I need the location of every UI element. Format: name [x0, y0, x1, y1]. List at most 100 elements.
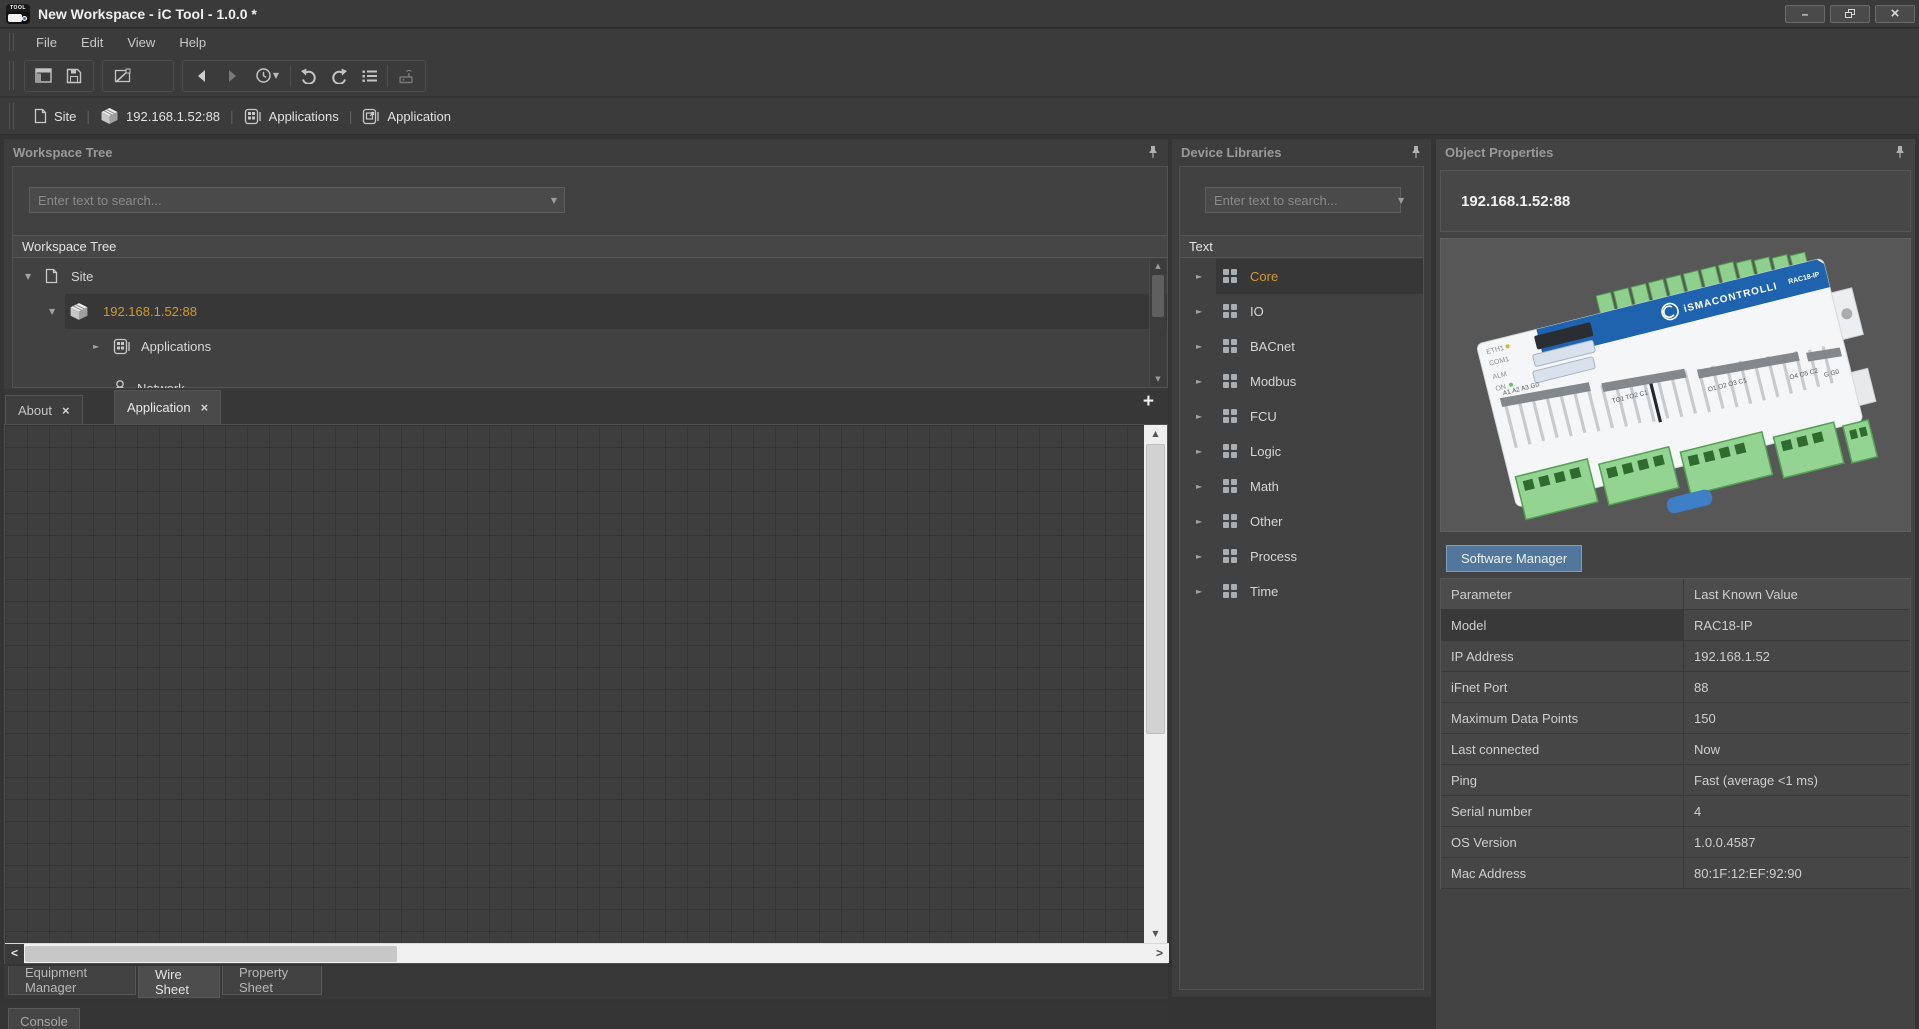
table-row[interactable]: iFnet Port 88: [1441, 672, 1910, 703]
device-discovery-button[interactable]: [391, 62, 421, 90]
menu-view[interactable]: View: [115, 29, 167, 55]
chevron-down-icon[interactable]: ▼: [544, 196, 564, 205]
tab-application[interactable]: Application ×: [114, 390, 221, 424]
action-list-button[interactable]: [354, 62, 384, 90]
selected-object-title: 192.168.1.52:88: [1441, 193, 1570, 210]
panel-title: Workspace Tree: [4, 145, 1146, 160]
expander-collapsed-icon[interactable]: ►: [1196, 587, 1202, 596]
scrollbar-thumb[interactable]: [25, 946, 397, 962]
library-item-math[interactable]: ► Math: [1180, 469, 1423, 504]
table-row[interactable]: Model RAC18-IP: [1441, 610, 1910, 641]
tab-about[interactable]: About ×: [5, 395, 83, 424]
scroll-up-icon[interactable]: ▲: [1144, 425, 1167, 443]
search-input[interactable]: [30, 193, 544, 208]
scroll-down-icon[interactable]: ▼: [1150, 372, 1166, 386]
table-row[interactable]: Serial number 4: [1441, 796, 1910, 827]
expander-collapsed-icon[interactable]: ►: [1196, 377, 1202, 386]
expander-collapsed-icon[interactable]: ►: [1196, 447, 1202, 456]
close-button[interactable]: ×: [1875, 5, 1915, 23]
restore-button[interactable]: [1830, 5, 1870, 23]
breadcrumb-applications[interactable]: Applications: [234, 108, 349, 125]
library-item-core[interactable]: ► Core: [1180, 259, 1423, 294]
scroll-right-icon[interactable]: >: [1156, 944, 1163, 963]
library-grid-icon: [1222, 583, 1238, 602]
chevron-down-icon[interactable]: ▼: [1398, 196, 1404, 205]
expander-expanded-icon[interactable]: ▼: [49, 307, 55, 316]
pin-icon[interactable]: [1146, 145, 1160, 159]
expander-collapsed-icon[interactable]: ►: [93, 342, 99, 351]
library-search-combo[interactable]: ▼: [1205, 187, 1401, 213]
tab-property-sheet[interactable]: Property Sheet: [222, 966, 322, 995]
tree-node-site[interactable]: ▼ Site: [13, 259, 1167, 294]
close-tab-icon[interactable]: ×: [201, 400, 209, 415]
library-item-modbus[interactable]: ► Modbus: [1180, 364, 1423, 399]
toolbar-grip[interactable]: [9, 33, 14, 51]
breadcrumb-site[interactable]: Site: [24, 108, 86, 124]
table-row[interactable]: Mac Address 80:1F:12:EF:92:90: [1441, 858, 1910, 889]
table-row[interactable]: IP Address 192.168.1.52: [1441, 641, 1910, 672]
device-cube-icon: [100, 107, 119, 125]
tab-equipment-manager[interactable]: Equipment Manager: [8, 966, 136, 995]
table-row[interactable]: OS Version 1.0.0.4587: [1441, 827, 1910, 858]
minimize-button[interactable]: –: [1785, 5, 1825, 23]
workspace-search-combo[interactable]: ▼: [29, 187, 565, 213]
library-item-other[interactable]: ► Other: [1180, 504, 1423, 539]
library-item-bacnet[interactable]: ► BACnet: [1180, 329, 1423, 364]
scrollbar-thumb[interactable]: [1152, 275, 1164, 317]
library-item-process[interactable]: ► Process: [1180, 539, 1423, 574]
library-item-fcu[interactable]: ► FCU: [1180, 399, 1423, 434]
menu-edit[interactable]: Edit: [69, 29, 115, 55]
panel-title: Device Libraries: [1172, 145, 1409, 160]
tree-node-network-partial[interactable]: Network: [13, 371, 1167, 388]
table-row[interactable]: Ping Fast (average <1 ms): [1441, 765, 1910, 796]
canvas-vertical-scrollbar[interactable]: ▲ ▼: [1144, 425, 1167, 943]
tab-wire-sheet[interactable]: Wire Sheet: [138, 966, 220, 998]
expander-collapsed-icon[interactable]: ►: [1196, 307, 1202, 316]
scrollbar-thumb[interactable]: [1146, 444, 1165, 734]
tree-node-device[interactable]: ▼ 192.168.1.52:88: [13, 294, 1167, 329]
history-dropdown-button[interactable]: ▼: [247, 62, 287, 90]
toolbar-grip[interactable]: [9, 103, 14, 128]
close-tab-icon[interactable]: ×: [62, 403, 70, 418]
canvas-horizontal-scrollbar[interactable]: < >: [5, 943, 1169, 963]
wire-sheet-grid[interactable]: [5, 425, 1144, 943]
scroll-down-icon[interactable]: ▼: [1144, 925, 1167, 943]
save-workspace-button[interactable]: [59, 62, 89, 90]
scroll-left-icon[interactable]: <: [5, 944, 24, 964]
table-row[interactable]: Last connected Now: [1441, 734, 1910, 765]
expander-collapsed-icon[interactable]: ►: [1196, 342, 1202, 351]
workspace-layout-icon: [35, 68, 53, 84]
redo-button[interactable]: [324, 62, 354, 90]
breadcrumb-application[interactable]: Application: [352, 108, 461, 125]
wire-sheet-tool-button[interactable]: [107, 62, 137, 90]
library-item-logic[interactable]: ► Logic: [1180, 434, 1423, 469]
scroll-up-icon[interactable]: ▲: [1150, 259, 1166, 273]
pin-icon[interactable]: [1893, 145, 1907, 159]
expander-collapsed-icon[interactable]: ►: [1196, 272, 1202, 281]
expander-collapsed-icon[interactable]: ►: [1196, 552, 1202, 561]
breadcrumb-device[interactable]: 192.168.1.52:88: [90, 107, 230, 125]
tree-vertical-scrollbar[interactable]: ▲ ▼: [1149, 259, 1166, 386]
expander-collapsed-icon[interactable]: ►: [1196, 482, 1202, 491]
tree-node-applications[interactable]: ► Applications: [13, 329, 1167, 364]
pin-icon[interactable]: [1409, 145, 1423, 159]
console-bar: Console: [0, 1003, 1168, 1029]
table-row[interactable]: Maximum Data Points 150: [1441, 703, 1910, 734]
toolbar-grip[interactable]: [9, 61, 14, 90]
add-tab-button[interactable]: +: [1143, 391, 1154, 413]
software-manager-button[interactable]: Software Manager: [1446, 545, 1582, 572]
console-button[interactable]: Console: [8, 1008, 80, 1029]
library-item-time[interactable]: ► Time: [1180, 574, 1423, 609]
menu-file[interactable]: File: [24, 29, 69, 55]
workspace-layout-button[interactable]: [29, 62, 59, 90]
expander-collapsed-icon[interactable]: ►: [1196, 517, 1202, 526]
library-item-io[interactable]: ► IO: [1180, 294, 1423, 329]
expander-collapsed-icon[interactable]: ►: [1196, 412, 1202, 421]
save-icon: [66, 68, 82, 84]
expander-expanded-icon[interactable]: ▼: [25, 272, 31, 281]
navigate-forward-button[interactable]: [217, 62, 247, 90]
search-input[interactable]: [1206, 193, 1398, 208]
undo-button[interactable]: [294, 62, 324, 90]
menu-help[interactable]: Help: [167, 29, 218, 55]
navigate-back-button[interactable]: [187, 62, 217, 90]
